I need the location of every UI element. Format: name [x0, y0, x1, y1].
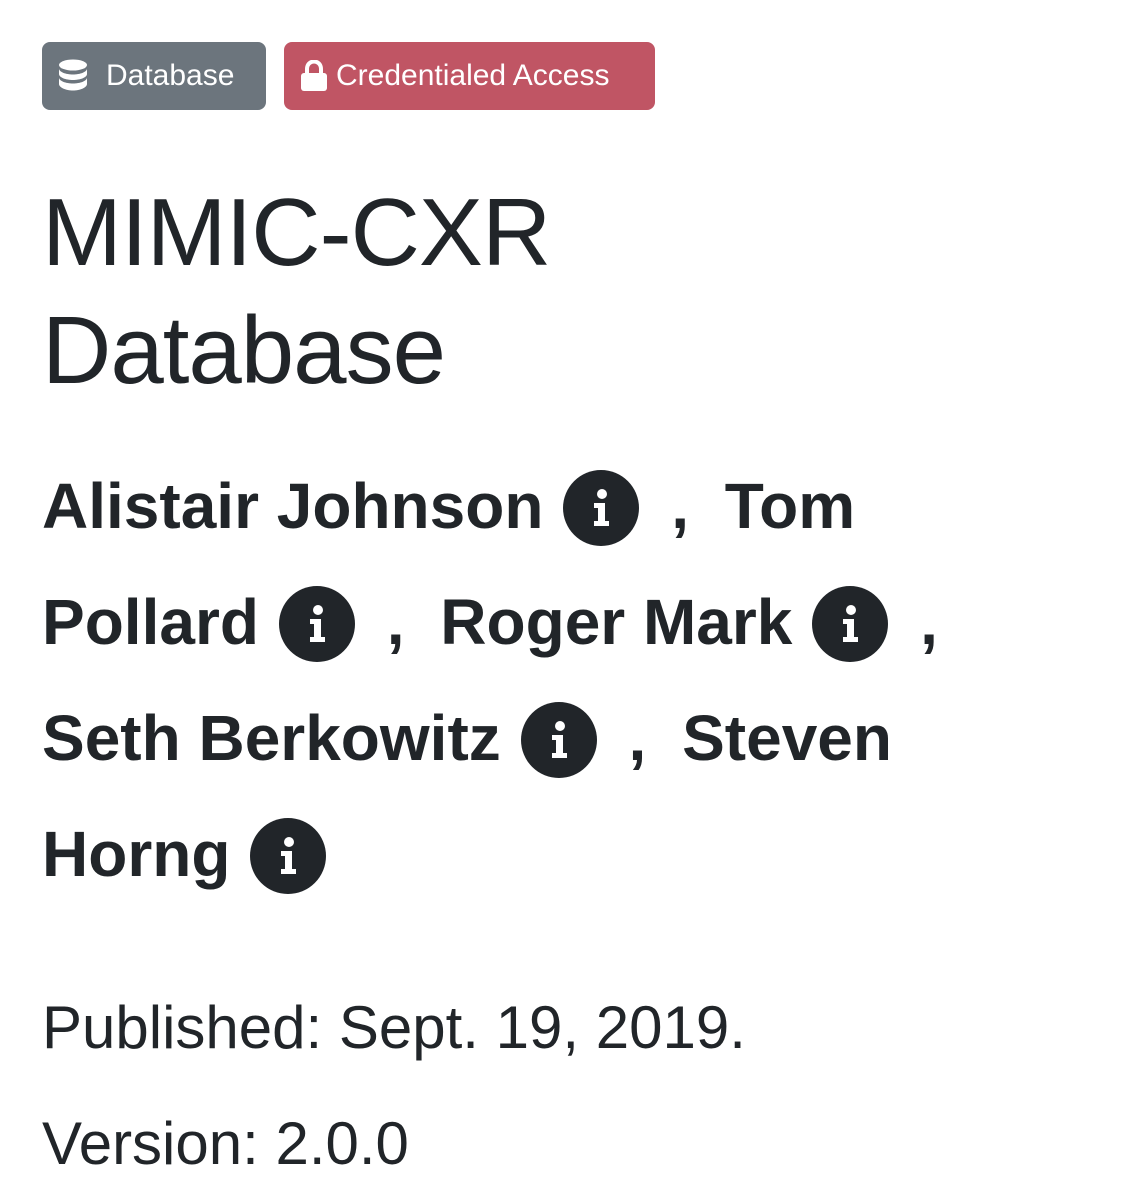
published-date: Published: Sept. 19, 2019.: [42, 994, 746, 1061]
project-meta: Published: Sept. 19, 2019. Version: 2.0.…: [42, 970, 1134, 1202]
resource-type-label: Database: [106, 59, 235, 92]
author-name: Pollard: [42, 586, 259, 658]
page-title: MIMIC-CXR Database: [42, 174, 742, 410]
author-name: Horng: [42, 818, 231, 890]
author-alistair-johnson[interactable]: Alistair Johnson: [42, 448, 640, 564]
project-header: Database Credentialed Access MIMIC-CXR D…: [0, 0, 1134, 1200]
info-icon[interactable]: [563, 470, 640, 546]
page-title-line-1: MIMIC-CXR: [42, 179, 551, 286]
author-steven-horng[interactable]: Horng: [42, 796, 327, 912]
author-name: Roger Mark: [440, 586, 793, 658]
access-policy-badge[interactable]: Credentialed Access: [284, 42, 655, 110]
info-icon[interactable]: [812, 586, 889, 662]
author-line-3: Seth Berkowitz , Steven: [42, 680, 1102, 796]
author-name[interactable]: Tom: [725, 470, 855, 542]
resource-type-badge[interactable]: Database: [42, 42, 266, 110]
author-separator: ,: [671, 470, 689, 542]
author-name: Seth Berkowitz: [42, 702, 501, 774]
info-icon[interactable]: [520, 702, 597, 778]
author-name: Alistair Johnson: [42, 470, 544, 542]
badge-row: Database Credentialed Access: [42, 42, 1134, 110]
author-line-2: Pollard , Roger Mark ,: [42, 564, 1102, 680]
author-separator: ,: [386, 586, 405, 658]
lock-icon: [300, 60, 328, 92]
author-separator: ,: [920, 586, 938, 658]
access-policy-label: Credentialed Access: [336, 59, 610, 92]
author-line-1: Alistair Johnson , Tom: [42, 448, 1102, 564]
author-name[interactable]: Steven: [682, 702, 892, 774]
author-list: Alistair Johnson , Tom Pollard , Roger M…: [42, 448, 1102, 912]
author-seth-berkowitz[interactable]: Seth Berkowitz: [42, 680, 597, 796]
author-tom-pollard[interactable]: Pollard: [42, 564, 355, 680]
database-icon: [58, 59, 88, 93]
author-roger-mark[interactable]: Roger Mark: [440, 564, 889, 680]
page-title-line-2: Database: [42, 297, 446, 404]
author-line-4: Horng: [42, 796, 1102, 912]
author-separator: ,: [628, 702, 647, 774]
info-icon[interactable]: [278, 586, 355, 662]
version-number: Version: 2.0.0: [42, 1110, 409, 1177]
info-icon[interactable]: [250, 818, 327, 894]
